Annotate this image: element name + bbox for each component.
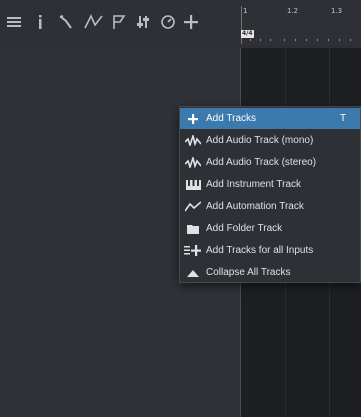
time-signature[interactable]: 4/4 (241, 30, 254, 38)
folder-icon (180, 218, 206, 239)
info-icon[interactable] (29, 11, 51, 33)
inputs-plus-icon (180, 240, 206, 261)
menu-item-label: Add Audio Track (mono) (206, 135, 314, 146)
triangle-up-icon (180, 262, 206, 283)
menu-item-label: Add Audio Track (stereo) (206, 157, 317, 168)
bar-label: 1.3 (331, 7, 343, 15)
menu-item-add-tracks[interactable]: Add Tracks T (180, 108, 360, 129)
audio-waveform-icon (180, 130, 206, 151)
menu-item-label: Add Automation Track (206, 201, 304, 212)
audio-waveform-icon (180, 152, 206, 173)
plus-icon (180, 108, 206, 129)
automation-curve-icon[interactable] (83, 11, 105, 33)
menu-item-shortcut: T (340, 113, 347, 124)
clock-icon[interactable] (157, 11, 179, 33)
menu-item-label: Collapse All Tracks (206, 267, 291, 278)
mixer-console-icon[interactable] (133, 11, 155, 33)
menu-item-add-audio-track-mono[interactable]: Add Audio Track (mono) (180, 130, 360, 151)
context-menu: Add Tracks T Add Audio Track (mono) Add … (179, 106, 361, 283)
menu-item-collapse-all-tracks[interactable]: Collapse All Tracks (180, 262, 360, 283)
menu-item-add-automation-track[interactable]: Add Automation Track (180, 196, 360, 217)
bar-label: 1.2 (287, 7, 299, 15)
menu-item-add-instrument-track[interactable]: Add Instrument Track (180, 174, 360, 195)
menu-item-add-folder-track[interactable]: Add Folder Track (180, 218, 360, 239)
menu-item-label: Add Instrument Track (206, 179, 302, 190)
bar-line (241, 6, 242, 44)
menu-item-label: Add Folder Track (206, 223, 283, 234)
menu-item-add-audio-track-stereo[interactable]: Add Audio Track (stereo) (180, 152, 360, 173)
list-icon[interactable] (3, 11, 25, 33)
bar-label: 1 (243, 7, 248, 15)
menu-item-label: Add Tracks (206, 113, 257, 124)
menu-item-label: Add Tracks for all Inputs (206, 245, 314, 256)
timeline-ruler[interactable]: 1 1.2 1.3 (240, 0, 361, 48)
automation-curve-icon (180, 196, 206, 217)
marker-flag-icon[interactable] (108, 11, 130, 33)
menu-item-add-tracks-for-all-inputs[interactable]: Add Tracks for all Inputs (180, 240, 360, 261)
piano-keys-icon (180, 174, 206, 195)
wrench-icon[interactable] (55, 11, 77, 33)
add-icon[interactable] (180, 11, 202, 33)
